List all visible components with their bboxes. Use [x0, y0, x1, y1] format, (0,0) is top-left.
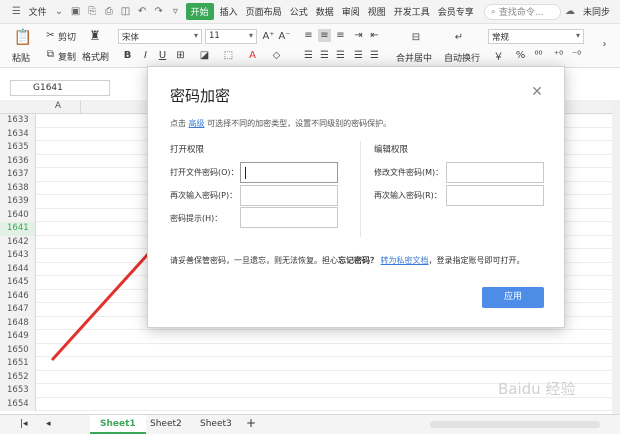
dialog-tip: 点击 高级 可选择不同的加密类型，设置不同级别的密码保护。 — [170, 118, 391, 129]
private-doc-link[interactable]: 转为私密文档 — [381, 256, 429, 265]
edit-password-label: 修改文件密码(M)： — [374, 168, 444, 177]
password-hint-field[interactable] — [240, 207, 338, 228]
tip-suffix: 可选择不同的加密类型，设置不同级别的密码保护。 — [207, 119, 392, 128]
reenter-open-password-label: 再次输入密码(P)： — [170, 191, 238, 200]
watermark-logo: Baidu 经验 — [498, 380, 576, 398]
text-caret — [245, 167, 246, 179]
reenter-edit-password-field[interactable] — [446, 185, 544, 206]
password-hint-label: 密码提示(H)： — [170, 214, 223, 223]
spreadsheet-app: ☰ 文件 ⌄ ▣ ⎘ ⎙ ◫ ↶ ↷ ▿ 开始 插入 页面布局 公式 数据 审阅… — [0, 0, 620, 434]
reenter-edit-password-label: 再次输入密码(R)： — [374, 191, 442, 200]
warning-suffix: ，登录指定账号即可打开。 — [428, 256, 525, 265]
edit-permission-heading: 编辑权限 — [374, 145, 409, 155]
reenter-open-password-field[interactable] — [240, 185, 338, 206]
apply-button[interactable]: 应用 — [482, 287, 544, 308]
open-password-field[interactable] — [240, 162, 338, 183]
tip-prefix: 点击 — [170, 119, 186, 128]
advanced-link[interactable]: 高级 — [189, 119, 205, 128]
dialog-title: 密码加密 — [170, 87, 231, 105]
section-divider — [360, 141, 361, 237]
open-permission-heading: 打开权限 — [170, 145, 205, 155]
password-encrypt-dialog: 密码加密 ✕ 点击 高级 可选择不同的加密类型，设置不同级别的密码保护。 打开权… — [147, 66, 565, 328]
warning-text: 请妥善保管密码，一旦遗忘，则无法恢复。担心忘记密码？ 转为私密文档，登录指定账号… — [170, 255, 525, 266]
dialog-overlay: 密码加密 ✕ 点击 高级 可选择不同的加密类型，设置不同级别的密码保护。 打开权… — [0, 0, 620, 434]
warning-prefix: 请妥善保管密码，一旦遗忘，则无法恢复。担心 — [170, 256, 338, 265]
open-password-label: 打开文件密码(O)： — [170, 168, 239, 177]
edit-password-field[interactable] — [446, 162, 544, 183]
forget-password-text: 忘记密码？ — [338, 256, 378, 265]
close-icon[interactable]: ✕ — [530, 85, 544, 99]
